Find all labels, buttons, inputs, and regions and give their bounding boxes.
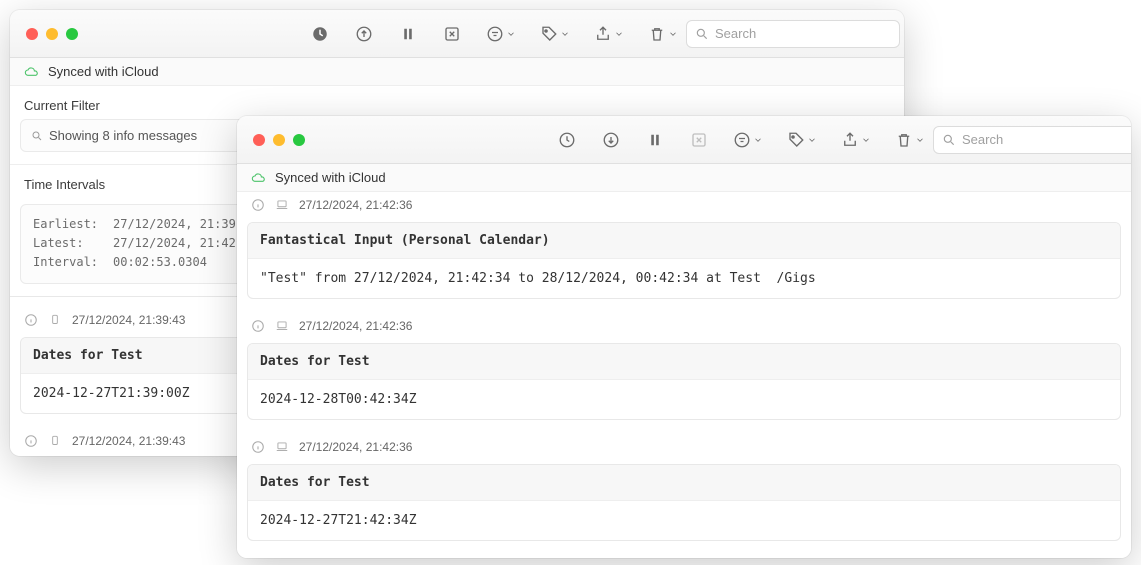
trash-dropdown[interactable] xyxy=(648,25,678,43)
close-button[interactable] xyxy=(26,28,38,40)
ti-latest-label: Latest: xyxy=(33,234,113,253)
cloud-icon xyxy=(251,172,267,184)
window-front: Synced with iCloud 27/12/2024, 21:42:36 … xyxy=(237,116,1131,558)
filter-dropdown[interactable] xyxy=(486,25,516,43)
log-card[interactable]: Fantastical Input (Personal Calendar) "T… xyxy=(247,222,1121,299)
current-filter-title: Current Filter xyxy=(10,86,904,119)
sync-status-text: Synced with iCloud xyxy=(275,170,386,185)
ti-earliest-label: Earliest: xyxy=(33,215,113,234)
sync-status-text: Synced with iCloud xyxy=(48,64,159,79)
cloud-icon xyxy=(24,66,40,78)
info-icon xyxy=(251,319,265,333)
log-timestamp: 27/12/2024, 21:42:36 xyxy=(299,198,412,212)
laptop-icon xyxy=(275,440,289,454)
pause-icon[interactable] xyxy=(398,24,418,44)
traffic-lights xyxy=(253,134,305,146)
info-icon xyxy=(251,440,265,454)
zoom-button[interactable] xyxy=(293,134,305,146)
traffic-lights xyxy=(26,28,78,40)
log-card-body: "Test" from 27/12/2024, 21:42:34 to 28/1… xyxy=(248,259,1120,298)
sync-status-bar: Synced with iCloud xyxy=(10,58,904,86)
device-icon xyxy=(48,434,62,448)
minimize-button[interactable] xyxy=(46,28,58,40)
log-timestamp: 27/12/2024, 21:39:43 xyxy=(72,313,185,327)
ti-interval-value: 00:02:53.0304 xyxy=(113,253,207,272)
share-dropdown[interactable] xyxy=(594,25,624,43)
clock-icon[interactable] xyxy=(310,24,330,44)
log-meta-row: 27/12/2024, 21:42:36 xyxy=(237,313,1131,339)
info-icon xyxy=(251,198,265,212)
close-square-icon[interactable] xyxy=(442,24,462,44)
download-circle-icon[interactable] xyxy=(601,130,621,150)
share-dropdown[interactable] xyxy=(841,131,871,149)
log-card-title: Dates for Test xyxy=(248,465,1120,501)
close-button[interactable] xyxy=(253,134,265,146)
close-square-icon[interactable] xyxy=(689,130,709,150)
filter-text: Showing 8 info messages xyxy=(49,128,197,143)
log-card[interactable]: Dates for Test 2024-12-27T21:42:34Z xyxy=(247,464,1121,541)
search-icon xyxy=(695,27,709,41)
search-icon xyxy=(942,133,956,147)
ti-interval-label: Interval: xyxy=(33,253,113,272)
log-timestamp: 27/12/2024, 21:42:36 xyxy=(299,319,412,333)
log-meta-row: 27/12/2024, 21:42:36 xyxy=(237,192,1131,218)
laptop-icon xyxy=(275,198,289,212)
tag-dropdown[interactable] xyxy=(540,25,570,43)
search-input[interactable] xyxy=(962,132,1131,147)
device-icon xyxy=(48,313,62,327)
log-card[interactable]: Dates for Test 2024-12-28T00:42:34Z xyxy=(247,343,1121,420)
titlebar xyxy=(237,116,1131,164)
log-card-body: 2024-12-27T21:42:34Z xyxy=(248,501,1120,540)
ti-latest-value: 27/12/2024, 21:42:36 xyxy=(113,234,258,253)
search-box[interactable] xyxy=(933,126,1131,154)
search-box[interactable] xyxy=(686,20,900,48)
log-card-title: Dates for Test xyxy=(248,344,1120,380)
log-card-title: Fantastical Input (Personal Calendar) xyxy=(248,223,1120,259)
search-input[interactable] xyxy=(715,26,891,41)
log-timestamp: 27/12/2024, 21:39:43 xyxy=(72,434,185,448)
clock-icon[interactable] xyxy=(557,130,577,150)
minimize-button[interactable] xyxy=(273,134,285,146)
log-card-body: 2024-12-28T00:42:34Z xyxy=(248,380,1120,419)
upload-circle-icon[interactable] xyxy=(354,24,374,44)
ti-earliest-value: 27/12/2024, 21:39:43 xyxy=(113,215,258,234)
info-icon xyxy=(24,313,38,327)
search-small-icon xyxy=(31,130,43,142)
titlebar xyxy=(10,10,904,58)
sync-status-bar: Synced with iCloud xyxy=(237,164,1131,192)
tag-dropdown[interactable] xyxy=(787,131,817,149)
log-meta-row: 27/12/2024, 21:42:36 xyxy=(237,434,1131,460)
toolbar xyxy=(557,130,925,150)
log-timestamp: 27/12/2024, 21:42:36 xyxy=(299,440,412,454)
pause-icon[interactable] xyxy=(645,130,665,150)
filter-dropdown[interactable] xyxy=(733,131,763,149)
info-icon xyxy=(24,434,38,448)
toolbar xyxy=(310,24,678,44)
laptop-icon xyxy=(275,319,289,333)
zoom-button[interactable] xyxy=(66,28,78,40)
trash-dropdown[interactable] xyxy=(895,131,925,149)
